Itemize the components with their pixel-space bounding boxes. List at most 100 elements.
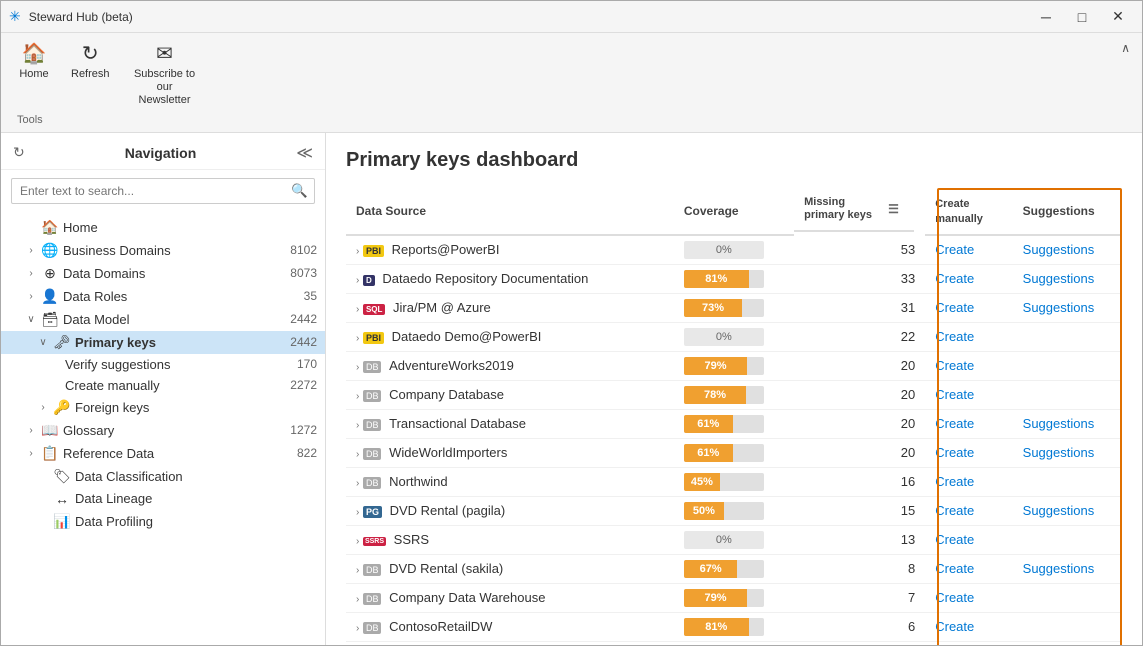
row-expand-icon[interactable]: › — [356, 623, 359, 634]
create-link[interactable]: Create — [935, 619, 974, 634]
sidebar-item-business-domains[interactable]: › 🌐 Business Domains 8102 — [1, 239, 325, 262]
create-link[interactable]: Create — [935, 474, 974, 489]
sidebar-item-data-classification[interactable]: 🏷 Data Classification — [1, 465, 325, 488]
suggestions-link[interactable]: Suggestions — [1023, 503, 1095, 518]
row-expand-icon[interactable]: › — [356, 449, 359, 460]
sidebar-item-label: Business Domains — [63, 243, 286, 258]
coverage-bar: 81% — [684, 270, 749, 288]
sidebar-item-foreign-keys[interactable]: › 🔑 Foreign keys — [1, 396, 325, 419]
home-button[interactable]: 🏠 Home — [9, 37, 59, 85]
sidebar-refresh-button[interactable]: ↻ — [13, 144, 25, 161]
source-icon: DB — [363, 564, 382, 576]
create-link[interactable]: Create — [935, 300, 974, 315]
table-row: › D Dataedo Repository Documentation 81%… — [346, 264, 1122, 293]
missing-cell: 8 — [794, 554, 925, 583]
missing-cell: 7 — [794, 583, 925, 612]
row-expand-icon[interactable]: › — [356, 304, 359, 315]
newsletter-button[interactable]: ✉ Subscribe to our Newsletter — [122, 37, 208, 112]
sidebar-item-data-profiling[interactable]: 📊 Data Profiling — [1, 510, 325, 533]
sidebar-item-primary-keys[interactable]: ∨ 🗝 Primary keys 2442 — [1, 331, 325, 354]
table-row: › DB Northwind 45% 16 Create — [346, 467, 1122, 496]
coverage-bar-wrap: 79% — [684, 589, 764, 607]
toolbar: 🏠 Home ↻ Refresh ✉ Subscribe to our News… — [1, 33, 1142, 133]
create-link[interactable]: Create — [935, 590, 974, 605]
sidebar-item-label: Data Profiling — [75, 514, 317, 529]
title-controls: ─ □ ✕ — [1030, 5, 1134, 29]
search-input-wrap: 🔍 — [11, 178, 315, 204]
toolbar-collapse-button[interactable]: ∧ — [1117, 37, 1134, 59]
sidebar-item-data-model[interactable]: ∨ 🗃 Data Model 2442 — [1, 308, 325, 331]
row-expand-icon[interactable]: › — [356, 478, 359, 489]
search-button[interactable]: 🔍 — [285, 179, 314, 203]
refresh-button[interactable]: ↻ Refresh — [63, 37, 118, 85]
minimize-button[interactable]: ─ — [1030, 5, 1062, 29]
create-link[interactable]: Create — [935, 503, 974, 518]
sidebar-item-home[interactable]: 🏠 Home — [1, 216, 325, 239]
filter-icon[interactable]: ☰ — [888, 202, 899, 216]
table-row: › DB Company Data Warehouse 79% 7 Create — [346, 583, 1122, 612]
create-cell: Create — [925, 525, 1012, 554]
sidebar-item-count: 35 — [304, 289, 317, 303]
sidebar: ↻ Navigation ≪ 🔍 🏠 Home › — [1, 133, 326, 645]
row-expand-icon[interactable]: › — [356, 565, 359, 576]
datasource-name: SSRS — [394, 532, 429, 547]
coverage-zero: 0% — [684, 531, 764, 549]
sidebar-collapse-button[interactable]: ≪ — [296, 143, 313, 163]
coverage-cell: 81% — [674, 264, 794, 293]
datasource-name: Transactional Database — [389, 416, 526, 431]
close-button[interactable]: ✕ — [1102, 5, 1134, 29]
suggestions-link[interactable]: Suggestions — [1023, 445, 1095, 460]
row-expand-icon[interactable]: › — [356, 536, 359, 547]
search-input[interactable] — [12, 180, 285, 202]
create-link[interactable]: Create — [935, 416, 974, 431]
create-link[interactable]: Create — [935, 358, 974, 373]
create-link[interactable]: Create — [935, 329, 974, 344]
app-icon: ✳ — [9, 8, 21, 25]
row-expand-icon[interactable]: › — [356, 420, 359, 431]
sidebar-item-count: 1272 — [290, 423, 317, 437]
row-expand-icon[interactable]: › — [356, 362, 359, 373]
create-link[interactable]: Create — [935, 387, 974, 402]
col-header-create: Create manually — [925, 188, 1012, 235]
coverage-cell: 50% — [674, 496, 794, 525]
suggestions-link[interactable]: Suggestions — [1023, 416, 1095, 431]
row-expand-icon[interactable]: › — [356, 333, 359, 344]
create-link[interactable]: Create — [935, 242, 974, 257]
coverage-cell: 73% — [674, 293, 794, 322]
source-icon: PBI — [363, 245, 384, 257]
coverage-zero: 0% — [684, 328, 764, 346]
suggestions-link[interactable]: Suggestions — [1023, 271, 1095, 286]
row-expand-icon[interactable]: › — [356, 507, 359, 518]
row-expand-icon[interactable]: › — [356, 594, 359, 605]
sidebar-item-data-lineage[interactable]: ↔ Data Lineage — [1, 488, 325, 510]
chevron-icon: › — [25, 268, 37, 279]
sidebar-item-reference-data[interactable]: › 📋 Reference Data 822 — [1, 442, 325, 465]
create-link[interactable]: Create — [935, 271, 974, 286]
title-bar: ✳ Steward Hub (beta) ─ □ ✕ — [1, 1, 1142, 33]
row-expand-icon[interactable]: › — [356, 391, 359, 402]
sidebar-item-data-domains[interactable]: › ⊕ Data Domains 8073 — [1, 262, 325, 285]
create-cell: Create — [925, 351, 1012, 380]
source-icon: DB — [363, 361, 382, 373]
suggestions-link[interactable]: Suggestions — [1023, 300, 1095, 315]
create-link[interactable]: Create — [935, 445, 974, 460]
create-link[interactable]: Create — [935, 561, 974, 576]
coverage-cell: 64% — [674, 641, 794, 645]
row-expand-icon[interactable]: › — [356, 275, 359, 286]
nav-tree: 🏠 Home › 🌐 Business Domains 8102 › ⊕ Dat… — [1, 212, 325, 645]
maximize-button[interactable]: □ — [1066, 5, 1098, 29]
create-link[interactable]: Create — [935, 532, 974, 547]
coverage-bar-wrap: 45% — [684, 473, 764, 491]
sidebar-item-glossary[interactable]: › 📖 Glossary 1272 — [1, 419, 325, 442]
col-header-coverage: Coverage — [674, 188, 794, 235]
suggestions-cell: Suggestions — [1013, 293, 1122, 322]
newsletter-label: Subscribe to our Newsletter — [130, 68, 200, 108]
app-window: ✳ Steward Hub (beta) ─ □ ✕ 🏠 Home ↻ Refr… — [0, 0, 1143, 646]
sidebar-item-data-roles[interactable]: › 👤 Data Roles 35 — [1, 285, 325, 308]
newsletter-icon: ✉ — [156, 41, 173, 66]
row-expand-icon[interactable]: › — [356, 246, 359, 257]
sidebar-item-verify-suggestions[interactable]: Verify suggestions 170 — [1, 354, 325, 375]
sidebar-item-create-manually[interactable]: Create manually 2272 — [1, 375, 325, 396]
suggestions-link[interactable]: Suggestions — [1023, 242, 1095, 257]
suggestions-link[interactable]: Suggestions — [1023, 561, 1095, 576]
